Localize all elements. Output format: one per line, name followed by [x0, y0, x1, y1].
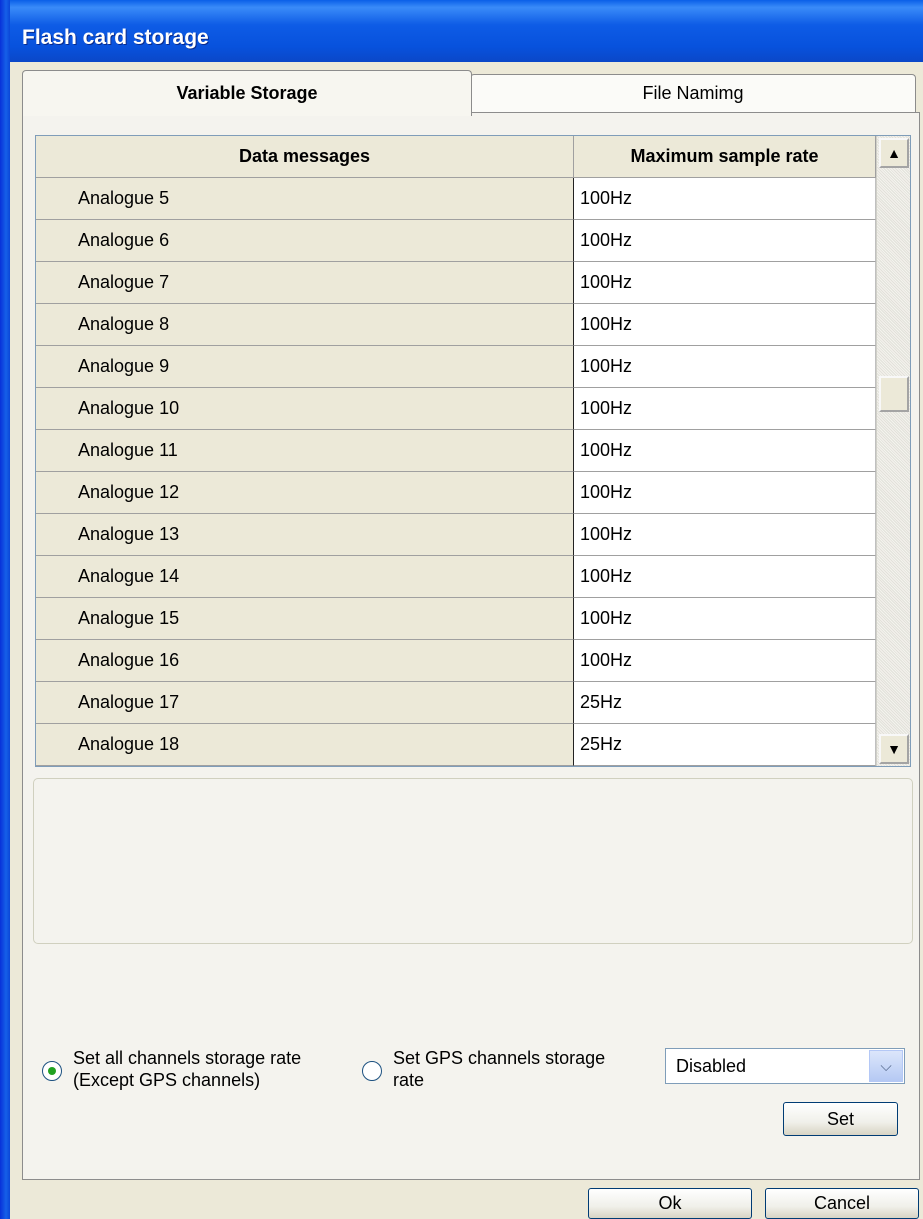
grid-header: Data messages Maximum sample rate — [36, 136, 876, 178]
row-name-cell: Analogue 9 — [36, 346, 574, 388]
row-rate-cell[interactable]: 100Hz — [574, 304, 876, 346]
table-row[interactable]: Analogue 5 100Hz — [36, 178, 876, 220]
table-row[interactable]: Analogue 9 100Hz — [36, 346, 876, 388]
row-rate-cell[interactable]: 100Hz — [574, 556, 876, 598]
row-rate-cell[interactable]: 100Hz — [574, 178, 876, 220]
table-row[interactable]: Analogue 16 100Hz — [36, 640, 876, 682]
row-name-cell: Analogue 12 — [36, 472, 574, 514]
cancel-button[interactable]: Cancel — [765, 1188, 919, 1219]
row-rate-cell[interactable]: 100Hz — [574, 514, 876, 556]
row-name-cell: Analogue 7 — [36, 262, 574, 304]
scroll-down-button[interactable]: ▼ — [879, 734, 909, 764]
row-rate-cell[interactable]: 100Hz — [574, 388, 876, 430]
grid-rows: Analogue 5 100Hz Analogue 6 100Hz Analogue 7… — [36, 178, 876, 767]
row-rate-cell[interactable]: 25Hz — [574, 682, 876, 724]
column-header-data-messages[interactable]: Data messages — [36, 136, 574, 178]
row-rate-cell[interactable]: 100Hz — [574, 430, 876, 472]
arrow-up-icon: ▲ — [887, 145, 901, 161]
row-name-cell: Analogue 8 — [36, 304, 574, 346]
storage-options-group — [33, 778, 913, 944]
tab-file-naming-label: File Namimg — [642, 83, 744, 103]
tab-variable-storage[interactable]: Variable Storage — [22, 70, 472, 116]
row-name-cell: Analogue 16 — [36, 640, 574, 682]
table-row[interactable]: Analogue 7 100Hz — [36, 262, 876, 304]
row-rate-cell[interactable]: 100Hz — [574, 262, 876, 304]
row-name-cell: Analogue 6 — [36, 220, 574, 262]
row-name-cell: Analogue 11 — [36, 430, 574, 472]
radio-set-gps-channels[interactable] — [362, 1061, 382, 1081]
storage-grid: Data messages Maximum sample rate Analog… — [35, 135, 911, 767]
scroll-up-button[interactable]: ▲ — [879, 138, 909, 168]
table-row[interactable]: Analogue 11 100Hz — [36, 430, 876, 472]
radio-set-gps-channels-label[interactable]: Set GPS channels storage rate — [393, 1047, 605, 1091]
radio-all-line1: Set all channels storage rate — [73, 1048, 302, 1068]
ok-button[interactable]: Ok — [588, 1188, 752, 1219]
set-button[interactable]: Set — [783, 1102, 898, 1136]
table-row[interactable]: Analogue 18 25Hz — [36, 724, 876, 766]
table-row[interactable]: Analogue 15 100Hz — [36, 598, 876, 640]
tab-file-naming[interactable]: File Namimg — [470, 74, 916, 112]
table-row[interactable]: Analogue 10 100Hz — [36, 388, 876, 430]
radio-set-all-channels[interactable] — [42, 1061, 62, 1081]
dropdown-button[interactable]: ⌵ — [869, 1050, 903, 1082]
row-name-cell: Analogue 13 — [36, 514, 574, 556]
row-rate-cell[interactable]: 100Hz — [574, 598, 876, 640]
row-rate-cell[interactable]: 25Hz — [574, 724, 876, 766]
storage-rate-select-value: Disabled — [676, 1055, 747, 1076]
table-row[interactable]: Analogue 14 100Hz — [36, 556, 876, 598]
title-bar[interactable]: Flash card storage — [0, 0, 923, 62]
row-name-cell: Analogue 18 — [36, 724, 574, 766]
chevron-down-icon: ⌵ — [880, 1057, 892, 1075]
tab-variable-storage-label: Variable Storage — [176, 83, 318, 103]
row-rate-cell[interactable]: 100Hz — [574, 346, 876, 388]
scroll-thumb[interactable] — [879, 376, 909, 412]
window-frame-left — [0, 0, 10, 1219]
radio-checked-dot — [48, 1067, 56, 1075]
row-name-cell: Analogue 17 — [36, 682, 574, 724]
row-name-cell: Analogue 10 — [36, 388, 574, 430]
radio-gps-line2: rate — [393, 1070, 425, 1090]
table-row[interactable]: Analogue 17 25Hz — [36, 682, 876, 724]
column-header-max-sample-rate[interactable]: Maximum sample rate — [574, 136, 876, 178]
storage-rate-select[interactable]: Disabled ⌵ — [665, 1048, 905, 1084]
window-title: Flash card storage — [22, 26, 209, 49]
table-row[interactable]: Analogue 8 100Hz — [36, 304, 876, 346]
table-row[interactable]: Analogue 12 100Hz — [36, 472, 876, 514]
table-row[interactable]: Analogue 1925Hz — [36, 766, 876, 767]
row-name-cell: Analogue 19 — [36, 766, 574, 767]
row-rate-cell[interactable]: 100Hz — [574, 472, 876, 514]
table-row[interactable]: Analogue 6 100Hz — [36, 220, 876, 262]
radio-all-line2: (Except GPS channels) — [73, 1070, 261, 1090]
radio-gps-line1: Set GPS channels storage — [393, 1048, 606, 1068]
flash-card-storage-dialog: Flash card storage File Namimg Variable … — [0, 0, 923, 1219]
row-name-cell: Analogue 5 — [36, 178, 574, 220]
table-row[interactable]: Analogue 13 100Hz — [36, 514, 876, 556]
row-name-cell: Analogue 15 — [36, 598, 574, 640]
row-name-cell: Analogue 14 — [36, 556, 574, 598]
row-rate-cell[interactable]: 25Hz — [574, 766, 876, 767]
row-rate-cell[interactable]: 100Hz — [574, 220, 876, 262]
row-rate-cell[interactable]: 100Hz — [574, 640, 876, 682]
arrow-down-icon: ▼ — [887, 741, 901, 757]
radio-set-all-channels-label[interactable]: Set all channels storage rate (Except GP… — [73, 1047, 301, 1091]
vertical-scrollbar[interactable]: ▲ ▼ — [876, 136, 910, 766]
